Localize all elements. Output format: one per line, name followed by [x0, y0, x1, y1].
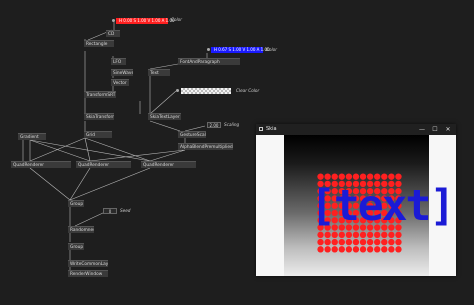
- node-lfo[interactable]: LFO: [111, 58, 126, 65]
- grid-dot: [388, 246, 395, 253]
- color-pin-blue[interactable]: [207, 48, 210, 51]
- grid-dot: [317, 246, 324, 253]
- grid-dot: [324, 238, 331, 246]
- app-icon: [259, 127, 263, 131]
- node-skiatextlayer[interactable]: SkiaTextLayer: [148, 113, 181, 120]
- node-fontandparagraph[interactable]: FontAndParagraph: [178, 58, 240, 65]
- grid-dot: [345, 231, 353, 239]
- grid-dot: [324, 246, 331, 253]
- render-window[interactable]: Skia — ☐ ✕ [text]: [256, 124, 456, 276]
- color-node-blue[interactable]: H 0.67 S 1.00 V 1.00 A 1.00: [211, 47, 270, 53]
- node-skiashape[interactable]: SkiaTransform: [84, 113, 114, 120]
- node-skiatext[interactable]: Text: [148, 69, 170, 76]
- grid-dot: [374, 246, 381, 253]
- grid-dot: [388, 238, 395, 246]
- grid-dot: [359, 246, 367, 253]
- grid-dot: [359, 231, 367, 239]
- grid-dot: [338, 173, 345, 180]
- node-gradient[interactable]: Gradient: [18, 133, 46, 140]
- window-title: Skia: [266, 126, 277, 132]
- grid-dot: [366, 173, 374, 180]
- color-label-red: Color: [171, 17, 182, 22]
- grid-dot: [352, 231, 360, 239]
- clear-color-pin[interactable]: [176, 89, 179, 92]
- grid-dot: [388, 173, 395, 180]
- grid-dot: [317, 173, 324, 180]
- node-transformsrt[interactable]: TransformSRT: [84, 91, 116, 98]
- node-cd[interactable]: CD: [106, 30, 120, 37]
- grid-dot: [338, 238, 345, 246]
- node-writecommonlayer[interactable]: WriteCommonLayer: [68, 260, 108, 267]
- grid-dot: [374, 231, 381, 239]
- grid-dot: [395, 173, 402, 180]
- seed-label: Seed: [120, 208, 131, 213]
- grid-dot: [345, 173, 353, 180]
- grid-dot: [381, 246, 388, 253]
- grid-dot: [317, 238, 324, 246]
- node-quadrenderer-1[interactable]: QuadRenderer: [11, 161, 71, 168]
- grid-dot: [338, 246, 345, 253]
- grid-dot: [381, 231, 388, 239]
- grid-dot: [359, 173, 367, 180]
- grid-dot: [381, 238, 388, 246]
- grid-dot: [381, 173, 388, 180]
- rendered-text: [text]: [310, 181, 455, 231]
- grid-dot: [395, 246, 402, 253]
- grid-dot: [317, 231, 324, 239]
- grid-dot: [331, 238, 338, 246]
- grid-dot: [324, 231, 331, 239]
- minimize-button[interactable]: —: [416, 124, 428, 135]
- maximize-button[interactable]: ☐: [429, 124, 441, 135]
- node-gesturescale[interactable]: GestureScale: [178, 131, 206, 138]
- grid-dot: [352, 173, 360, 180]
- grid-dot: [366, 246, 374, 253]
- node-rectangle[interactable]: Rectangle: [84, 40, 114, 47]
- color-pin-red[interactable]: [112, 19, 115, 22]
- seed-iobox[interactable]: 0: [103, 208, 117, 214]
- grid-dot: [352, 238, 360, 246]
- clear-color-label: Clear Color: [236, 88, 260, 93]
- grid-dot: [395, 238, 402, 246]
- node-vector[interactable]: Vector: [111, 79, 129, 86]
- grid-dot: [366, 231, 374, 239]
- node-grid[interactable]: Grid: [84, 131, 112, 138]
- grid-dot: [352, 246, 360, 253]
- grid-dot: [331, 231, 338, 239]
- node-randomness[interactable]: Randomness: [68, 226, 94, 233]
- node-group[interactable]: Group: [68, 200, 84, 207]
- scaling-label: Scaling: [224, 122, 240, 127]
- node-quadrenderer-2[interactable]: QuadRenderer: [76, 161, 131, 168]
- grid-dot: [345, 246, 353, 253]
- node-sinewave[interactable]: SineWave: [111, 69, 133, 76]
- node-renderwindow[interactable]: RenderWindow: [68, 270, 108, 277]
- node-quadrenderer-3[interactable]: QuadRenderer: [141, 161, 196, 168]
- color-label-blue: Color: [266, 47, 277, 52]
- close-button[interactable]: ✕: [442, 124, 454, 135]
- grid-dot: [324, 173, 331, 180]
- window-canvas[interactable]: [text]: [256, 135, 456, 276]
- grid-dot: [395, 231, 402, 239]
- grid-dot: [374, 238, 381, 246]
- node-group-2[interactable]: Group: [68, 243, 84, 250]
- grid-dot: [359, 238, 367, 246]
- color-node-red[interactable]: H 0.00 S 1.00 V 1.00 A 1.00: [116, 18, 175, 24]
- window-titlebar[interactable]: Skia — ☐ ✕: [256, 124, 456, 135]
- clear-color-swatch[interactable]: [181, 88, 231, 94]
- node-alphablend[interactable]: AlphaBlendPremultiplied: [178, 143, 233, 150]
- grid-dot: [338, 231, 345, 239]
- scaling-iobox[interactable]: 2.00: [207, 122, 221, 128]
- grid-dot: [331, 246, 338, 253]
- grid-dot: [345, 238, 353, 246]
- grid-dot: [331, 173, 338, 180]
- grid-dot: [388, 231, 395, 239]
- grid-dot: [366, 238, 374, 246]
- grid-dot: [374, 173, 381, 180]
